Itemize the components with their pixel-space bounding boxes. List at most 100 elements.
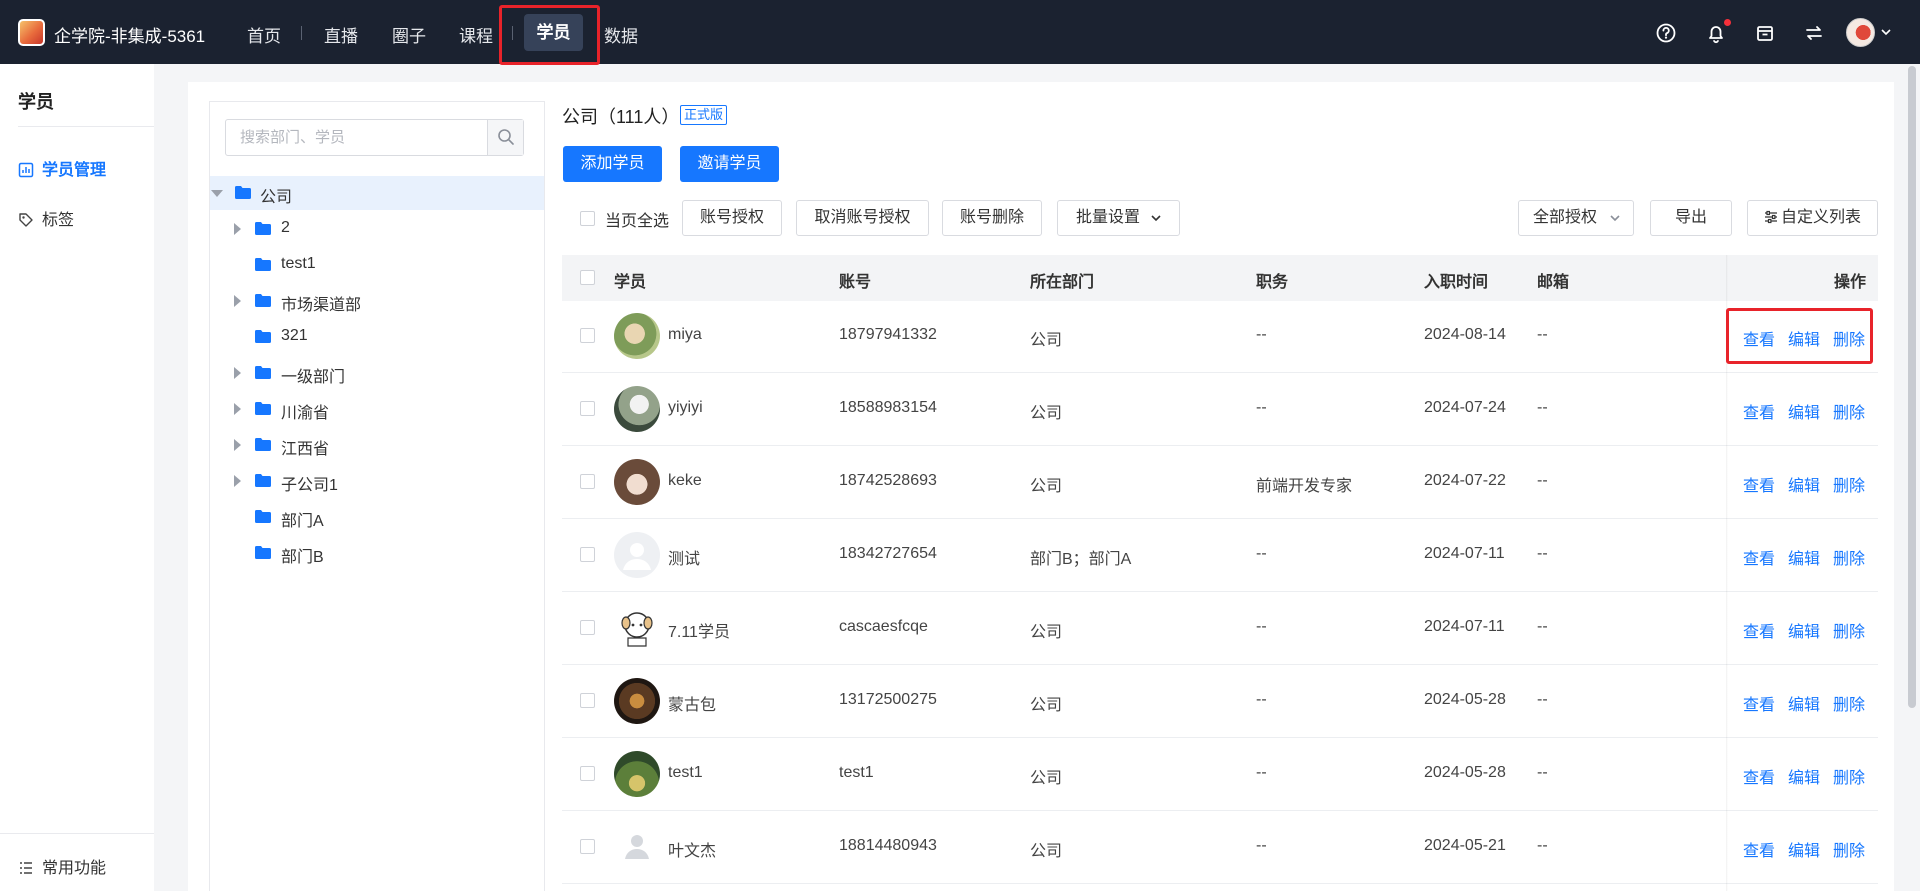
folder-icon	[255, 258, 271, 271]
column-header-actions: 操作	[1834, 274, 1867, 291]
delete-link[interactable]: 删除	[1833, 545, 1865, 569]
invite-student-button[interactable]: 邀请学员	[680, 146, 779, 182]
sidebar-item-student-management[interactable]: 学员管理	[18, 156, 106, 180]
tree-node[interactable]: 一级部门	[210, 356, 544, 390]
tree-node[interactable]: 部门B	[210, 536, 544, 570]
header-checkbox[interactable]	[580, 270, 595, 285]
search-button[interactable]	[487, 120, 523, 155]
student-department: 公司	[1030, 478, 1063, 495]
nav-home[interactable]: 首页	[247, 22, 281, 47]
delete-link[interactable]: 删除	[1833, 618, 1865, 642]
nav-circle[interactable]: 圈子	[392, 22, 426, 47]
chevron-down-icon[interactable]	[1881, 28, 1891, 36]
user-avatar[interactable]	[1846, 18, 1875, 47]
student-account: 18588983154	[839, 399, 937, 416]
tree-node-root[interactable]: 公司	[210, 176, 544, 210]
store-icon[interactable]	[1754, 22, 1776, 44]
tree-node[interactable]: 部门A	[210, 500, 544, 534]
switch-icon[interactable]	[1803, 22, 1825, 44]
tree-node-label: 公司	[260, 189, 293, 206]
account-authorize-button[interactable]: 账号授权	[682, 200, 782, 236]
caret-right-icon[interactable]	[234, 367, 241, 379]
nav-course[interactable]: 课程	[459, 22, 493, 47]
select-all-label: 当页全选	[605, 213, 670, 230]
nav-data[interactable]: 数据	[604, 22, 638, 47]
custom-columns-button[interactable]: 自定义列表	[1747, 200, 1878, 236]
add-student-button[interactable]: 添加学员	[563, 146, 662, 182]
edit-link[interactable]: 编辑	[1788, 691, 1820, 715]
tree-node[interactable]: 川渝省	[210, 392, 544, 426]
delete-link[interactable]: 删除	[1833, 837, 1865, 861]
row-checkbox[interactable]	[580, 693, 595, 708]
bell-icon[interactable]	[1705, 22, 1727, 44]
caret-right-icon[interactable]	[234, 403, 241, 415]
edit-link[interactable]: 编辑	[1788, 764, 1820, 788]
folder-icon	[255, 546, 271, 559]
tree-node[interactable]: 江西省	[210, 428, 544, 462]
view-link[interactable]: 查看	[1743, 545, 1775, 569]
student-email: --	[1537, 399, 1548, 416]
student-account: 18342727654	[839, 545, 937, 562]
tree-node-label: 部门B	[281, 549, 324, 566]
student-position: 前端开发专家	[1256, 478, 1353, 495]
nav-live[interactable]: 直播	[324, 22, 358, 47]
row-checkbox[interactable]	[580, 766, 595, 781]
student-department: 公司	[1030, 624, 1063, 641]
authorization-filter-select[interactable]: 全部授权	[1518, 200, 1634, 236]
tree-node[interactable]: 2	[210, 212, 544, 246]
cancel-authorize-button[interactable]: 取消账号授权	[796, 200, 929, 236]
column-header-account: 账号	[839, 274, 872, 291]
view-link[interactable]: 查看	[1743, 618, 1775, 642]
tree-node[interactable]: 市场渠道部	[210, 284, 544, 318]
row-divider	[562, 591, 1878, 592]
batch-settings-dropdown[interactable]: 批量设置	[1057, 200, 1180, 236]
view-link[interactable]: 查看	[1743, 764, 1775, 788]
sidebar-divider	[18, 126, 154, 127]
view-link[interactable]: 查看	[1743, 472, 1775, 496]
help-icon[interactable]	[1655, 22, 1677, 44]
caret-right-icon[interactable]	[234, 223, 241, 235]
delete-link[interactable]: 删除	[1833, 691, 1865, 715]
account-delete-button[interactable]: 账号删除	[942, 200, 1042, 236]
student-name: 7.11学员	[668, 624, 730, 641]
row-checkbox[interactable]	[580, 547, 595, 562]
view-link[interactable]: 查看	[1743, 399, 1775, 423]
tree-node[interactable]: test1	[210, 248, 544, 282]
edit-link[interactable]: 编辑	[1788, 399, 1820, 423]
caret-right-icon[interactable]	[234, 439, 241, 451]
caret-right-icon[interactable]	[234, 295, 241, 307]
export-button[interactable]: 导出	[1650, 200, 1732, 236]
department-search-input[interactable]	[226, 120, 488, 155]
caret-right-icon[interactable]	[234, 475, 241, 487]
delete-link[interactable]: 删除	[1833, 399, 1865, 423]
row-checkbox[interactable]	[580, 474, 595, 489]
row-checkbox[interactable]	[580, 401, 595, 416]
tree-node-label: 2	[281, 219, 290, 236]
sidebar-common-functions[interactable]: 常用功能	[18, 854, 106, 878]
view-link[interactable]: 查看	[1743, 691, 1775, 715]
caret-down-icon[interactable]	[211, 190, 223, 197]
student-avatar	[614, 386, 660, 432]
student-avatar	[614, 605, 660, 651]
page-scrollbar-thumb[interactable]	[1908, 66, 1916, 708]
app-logo	[18, 19, 45, 46]
row-checkbox[interactable]	[580, 839, 595, 854]
tree-node[interactable]: 321	[210, 320, 544, 354]
edit-link[interactable]: 编辑	[1788, 837, 1820, 861]
app-title: 企学院-非集成-5361	[54, 27, 206, 46]
column-header-department: 所在部门	[1030, 274, 1095, 291]
tree-node[interactable]: 子公司1	[210, 464, 544, 498]
student-join-date: 2024-07-11	[1424, 618, 1505, 635]
delete-link[interactable]: 删除	[1833, 764, 1865, 788]
notification-dot	[1724, 19, 1731, 26]
row-checkbox[interactable]	[580, 620, 595, 635]
delete-link[interactable]: 删除	[1833, 472, 1865, 496]
sidebar-item-tags[interactable]: 标签	[18, 206, 74, 230]
row-checkbox[interactable]	[580, 328, 595, 343]
view-link[interactable]: 查看	[1743, 837, 1775, 861]
top-navigation-bar: 企学院-非集成-5361 首页 直播 圈子 课程 学员 数据	[0, 0, 1920, 65]
edit-link[interactable]: 编辑	[1788, 472, 1820, 496]
edit-link[interactable]: 编辑	[1788, 618, 1820, 642]
select-all-checkbox[interactable]	[580, 211, 595, 226]
edit-link[interactable]: 编辑	[1788, 545, 1820, 569]
